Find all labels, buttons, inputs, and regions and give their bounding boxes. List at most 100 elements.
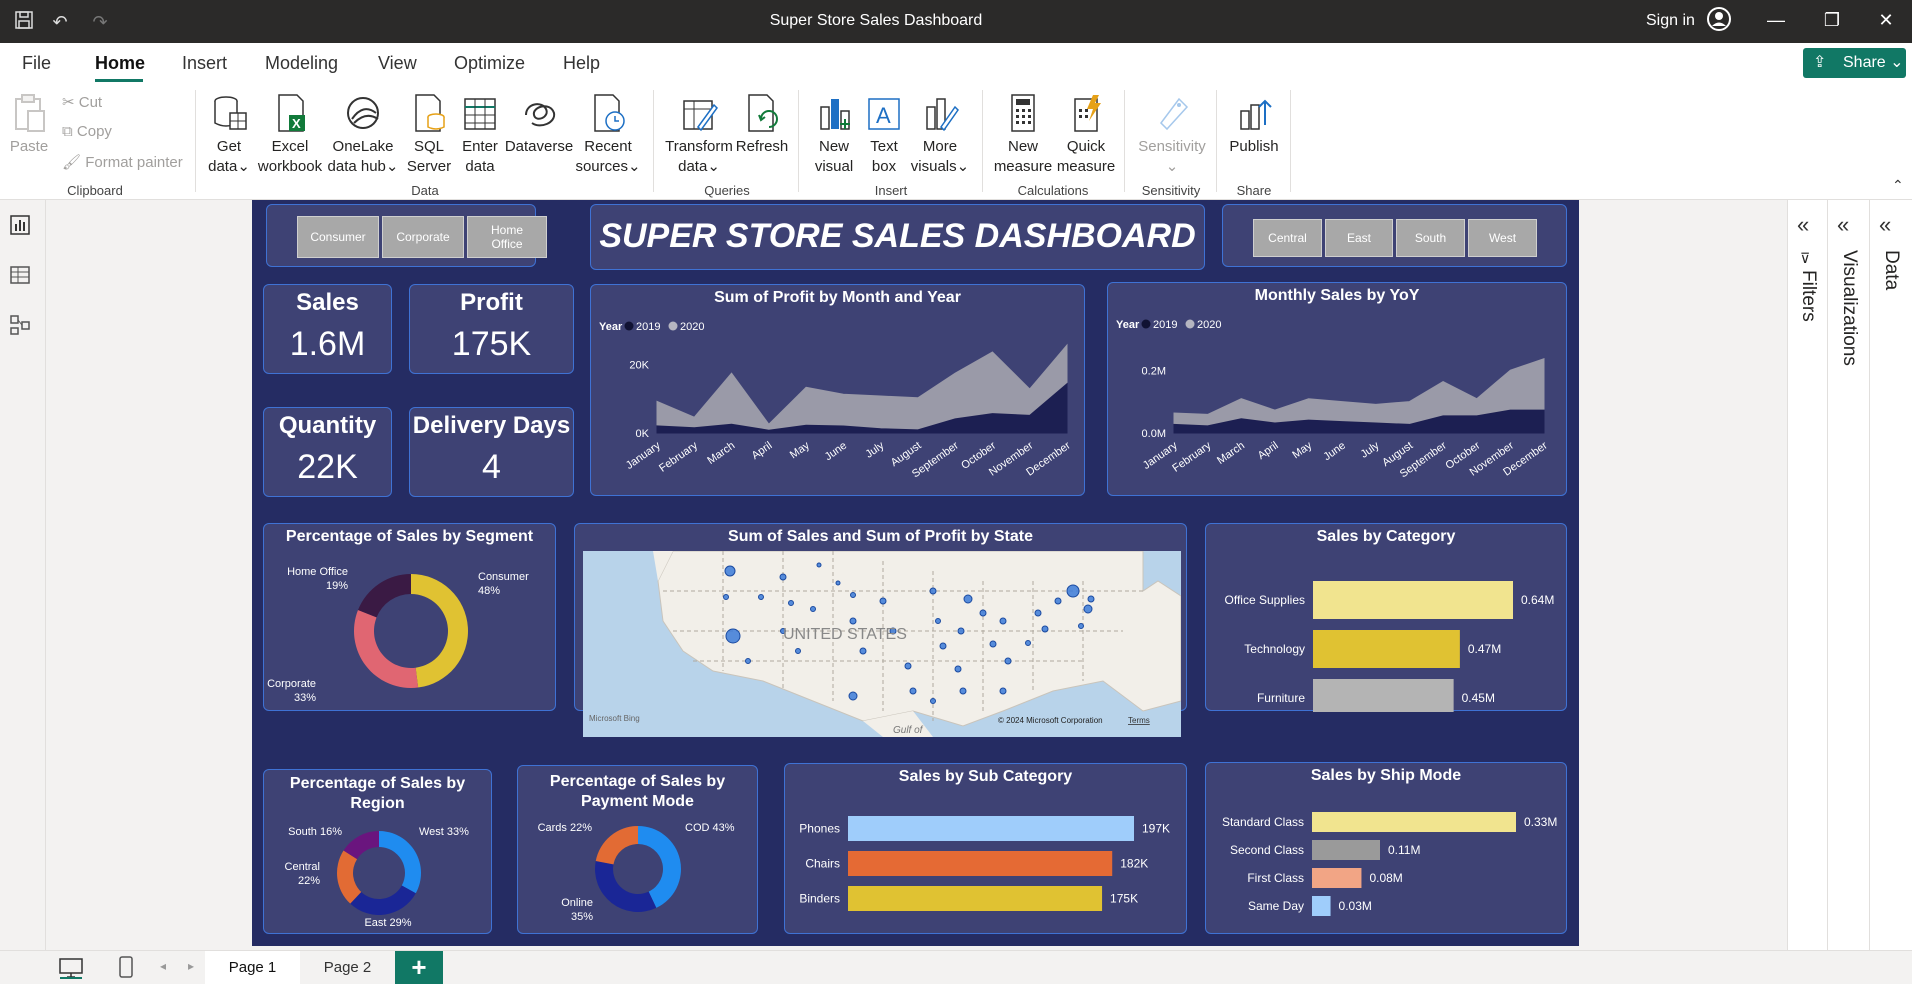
x-tick-label: March	[1215, 440, 1247, 467]
legend-label: 2019	[636, 321, 660, 333]
slicer-item-west[interactable]: West	[1468, 219, 1537, 257]
legend-label: 2020	[680, 321, 704, 333]
tab-modeling[interactable]: Modeling	[265, 53, 338, 74]
bar-value-label: 0.64M	[1521, 593, 1554, 607]
bar-value-label: 0.47M	[1468, 642, 1501, 656]
profit-by-month-chart[interactable]: Sum of Profit by Month and Year Year 2019…	[590, 284, 1085, 496]
enter-data-button[interactable]: Enter data	[456, 93, 504, 177]
collapse-data-icon[interactable]: «	[1879, 212, 1891, 238]
account-icon[interactable]	[1706, 6, 1731, 38]
legend-label: 2019	[1153, 319, 1177, 331]
shipmode-bar-chart[interactable]: Sales by Ship Mode Standard Class 0.33M Se…	[1205, 762, 1567, 934]
filter-icon: ⊽	[1800, 250, 1811, 266]
x-tick-label: July	[863, 439, 886, 460]
payment-donut-chart[interactable]: Percentage of Sales by Payment Mode COD …	[517, 765, 758, 934]
sign-in-link[interactable]: Sign in	[1646, 12, 1695, 30]
add-page-button[interactable]: +	[395, 951, 443, 984]
slicer-item-south[interactable]: South	[1396, 219, 1465, 257]
shipmode-bar-svg: Standard Class 0.33M Second Class 0.11M Firs…	[1222, 812, 1557, 916]
share-label: Share	[1843, 54, 1886, 71]
refresh-icon	[748, 94, 778, 132]
sensitivity-icon	[1160, 97, 1189, 131]
tab-view[interactable]: View	[378, 53, 417, 74]
tab-file[interactable]: File	[22, 53, 51, 74]
tab-optimize[interactable]: Optimize	[454, 53, 525, 74]
kpi-value: 175K	[451, 325, 532, 363]
get-data-button[interactable]: Get data⌄	[205, 93, 253, 177]
desktop-layout-icon[interactable]	[58, 957, 84, 979]
sales-yoy-chart[interactable]: Monthly Sales by YoY Year 2019 2020 0.0M 0.2…	[1107, 282, 1567, 496]
new-measure-button[interactable]: New measure	[992, 93, 1054, 177]
quick-measure-button[interactable]: Quick measure	[1056, 93, 1116, 177]
data-pane[interactable]: « Data	[1869, 200, 1912, 950]
kpi-delivery-days[interactable]: Delivery Days 4	[409, 407, 574, 497]
page-tab-1[interactable]: Page 1	[205, 951, 300, 984]
map-terms-link[interactable]: Terms	[1128, 716, 1150, 725]
next-page-icon[interactable]: ▸	[188, 959, 194, 973]
map-country-label: UNITED STATES	[783, 626, 907, 643]
prev-page-icon[interactable]: ◂	[160, 959, 166, 973]
excel-workbook-button[interactable]: X Excel workbook	[256, 93, 324, 177]
new-visual-button[interactable]: New visual	[808, 93, 860, 177]
group-separator	[798, 90, 799, 192]
bar-office-supplies	[1313, 581, 1513, 619]
share-button[interactable]: ⇪ Share ⌄	[1803, 48, 1906, 78]
kpi-value: 4	[482, 448, 501, 486]
map-copyright: © 2024 Microsoft Corporation	[998, 716, 1103, 725]
kpi-sales[interactable]: Sales 1.6M	[263, 284, 392, 374]
slice-value: 35%	[571, 911, 593, 923]
x-tick-label: May	[1290, 439, 1314, 461]
tab-insert[interactable]: Insert	[182, 53, 227, 74]
recent-sources-button[interactable]: Recent sources⌄	[575, 93, 641, 177]
onelake-data-hub-button[interactable]: OneLake data hub⌄	[326, 93, 400, 177]
visualizations-pane[interactable]: « Visualizations	[1827, 200, 1869, 950]
category-label: Binders	[799, 892, 840, 906]
cut-button[interactable]: ✂ Cut	[62, 93, 102, 111]
sensitivity-button[interactable]: Sensitivity ⌄	[1134, 93, 1210, 177]
tab-help[interactable]: Help	[563, 53, 600, 74]
dataverse-button[interactable]: Dataverse	[504, 93, 574, 157]
slicer-item-central[interactable]: Central	[1253, 219, 1322, 257]
text-box-button[interactable]: A Text box	[862, 93, 906, 177]
slicer-item-consumer[interactable]: Consumer	[297, 216, 379, 258]
slicer-item-east[interactable]: East	[1325, 219, 1393, 257]
table-view-icon[interactable]	[9, 264, 31, 286]
bar-value-label: 0.11M	[1388, 843, 1420, 857]
segment-donut-chart[interactable]: Percentage of Sales by Segment Consumer 4…	[263, 523, 556, 711]
us-map[interactable]: UNITED STATES Gulf of Microsoft Bing © 2…	[583, 551, 1181, 737]
scissors-icon: ✂	[62, 94, 79, 111]
category-bar-chart[interactable]: Sales by Category Office Supplies 0.64M Te…	[1205, 523, 1567, 712]
publish-button[interactable]: Publish	[1226, 93, 1282, 157]
bar-same-day	[1312, 896, 1331, 916]
more-visuals-button[interactable]: More visuals⌄	[906, 93, 974, 177]
kpi-value: 22K	[297, 448, 358, 486]
region-donut-chart[interactable]: Percentage of Sales by Region West 33% Ea…	[263, 769, 492, 934]
paste-button[interactable]: Paste	[8, 93, 50, 157]
close-icon[interactable]: ✕	[1874, 10, 1898, 31]
model-view-icon[interactable]	[9, 314, 31, 336]
format-painter-button[interactable]: 🖌 Format painter	[62, 153, 183, 171]
page-tab-2[interactable]: Page 2	[300, 951, 395, 984]
collapse-ribbon-icon[interactable]: ⌃	[1892, 177, 1904, 194]
brush-icon: 🖌	[62, 154, 86, 171]
kpi-quantity[interactable]: Quantity 22K	[263, 407, 392, 497]
report-view-icon[interactable]	[9, 214, 31, 236]
kpi-profit[interactable]: Profit 175K	[409, 284, 574, 374]
minimize-icon[interactable]: —	[1764, 10, 1788, 31]
state-map-chart[interactable]: Sum of Sales and Sum of Profit by State	[574, 523, 1187, 737]
subcategory-bar-svg: Phones 197K Chairs 182K Binders 175K	[799, 816, 1170, 911]
restore-icon[interactable]: ❐	[1820, 10, 1844, 31]
collapse-visualizations-icon[interactable]: «	[1837, 212, 1849, 238]
refresh-button[interactable]: Refresh	[734, 93, 790, 157]
transform-data-icon	[683, 100, 718, 132]
tab-home[interactable]: Home	[95, 53, 145, 74]
sql-server-button[interactable]: SQL Server	[402, 93, 456, 177]
slicer-item-home-office[interactable]: Home Office	[467, 216, 547, 258]
copy-button[interactable]: ⧉ Copy	[62, 123, 112, 140]
filters-pane[interactable]: « ⊽ Filters	[1787, 200, 1827, 950]
mobile-layout-icon[interactable]	[118, 955, 134, 979]
slicer-item-corporate[interactable]: Corporate	[382, 216, 464, 258]
subcategory-bar-chart[interactable]: Sales by Sub Category Phones 197K Chairs 18…	[784, 763, 1187, 934]
collapse-filters-icon[interactable]: «	[1797, 212, 1809, 238]
transform-data-button[interactable]: Transform data⌄	[664, 93, 734, 177]
